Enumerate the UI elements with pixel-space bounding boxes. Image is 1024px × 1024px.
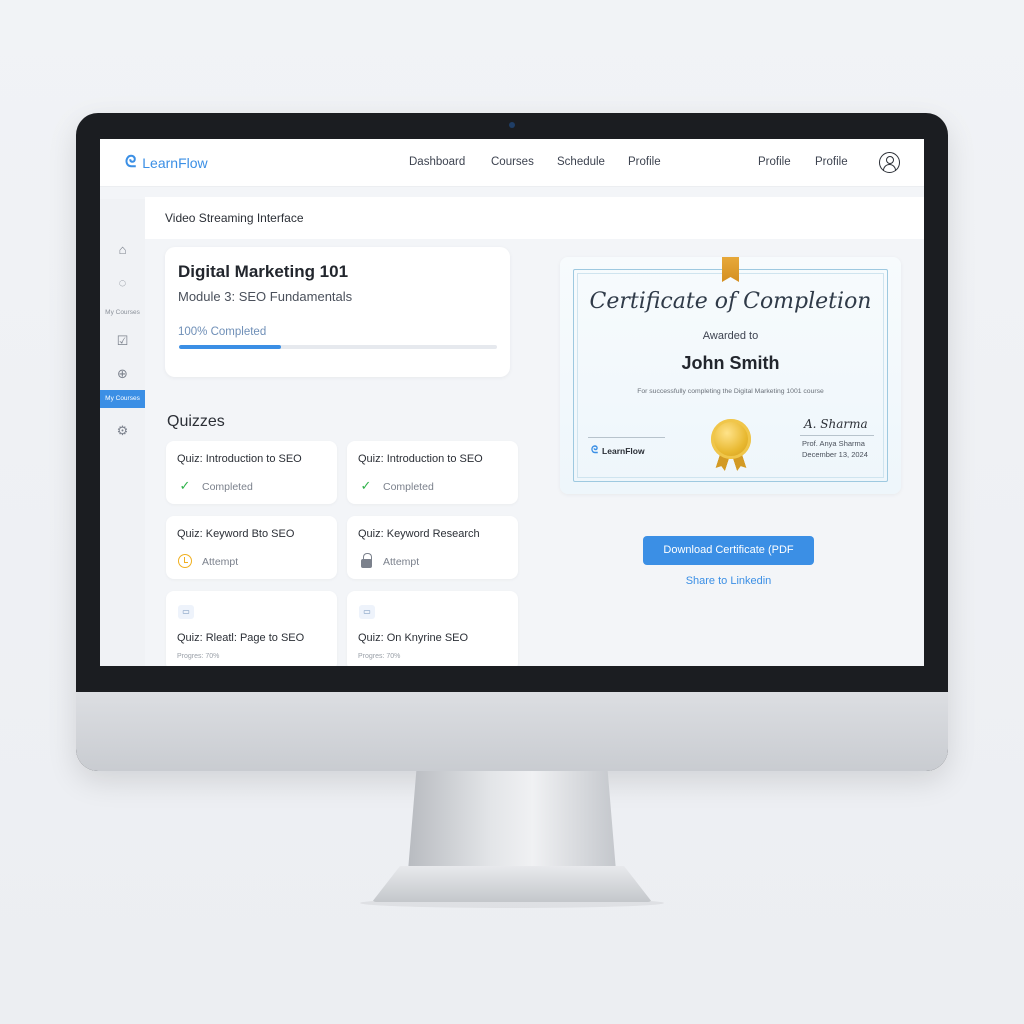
quiz-attempt-link[interactable]: Attempt [383,556,419,568]
screen: ᘓ LearnFlow Dashboard Courses Schedule P… [100,139,924,666]
page-title: Video Streaming Interface [165,211,304,225]
quiz-card[interactable]: Quiz: Introduction to SEO ✓ Completed [347,441,518,504]
quiz-progress: Progres: 70% [358,653,401,660]
nav-profile-right-2[interactable]: Profile [815,156,848,168]
quiz-card[interactable]: ▭ Quiz: Rleatl: Page to SEO Progres: 70% [166,591,337,666]
quiz-title: Quiz: Keyword Research [358,528,480,540]
share-linkedin-link[interactable]: Share to Linkedin [643,575,814,587]
check-icon: ✓ [360,478,372,493]
chat-icon[interactable]: ◌ [115,275,130,290]
sidebar-item-my-courses-active[interactable]: My Courses [100,390,145,408]
user-avatar-icon[interactable] [879,152,900,173]
quizzes-heading: Quizzes [167,413,225,430]
monitor-chin [76,692,948,771]
nav-profile[interactable]: Profile [628,156,661,168]
certificate-title: Certificate of Completion [589,289,872,314]
doc-icon: ▭ [359,605,375,619]
plus-circle-icon[interactable]: ⊕ [115,366,130,381]
doc-icon: ▭ [178,605,194,619]
gear-icon[interactable]: ⚙ [115,423,130,438]
quiz-title: Quiz: Keyword Bto SEO [177,528,295,540]
quiz-attempt-link[interactable]: Attempt [202,556,238,568]
course-card: Digital Marketing 101 Module 3: SEO Fund… [165,247,510,377]
calendar-check-icon[interactable]: ☑ [115,333,130,348]
course-module: Module 3: SEO Fundamentals [178,289,353,304]
course-progress-fill [179,345,281,349]
logo-icon: ᘓ [591,445,599,456]
certificate-logo: ᘓ LearnFlow [591,445,645,456]
logo-icon: ᘓ [125,154,137,171]
monitor-stand-base [372,866,652,902]
divider [588,437,665,438]
quiz-status: Completed [383,481,434,493]
quiz-title: Quiz: Rleatl: Page to SEO [177,632,305,644]
sidebar-label-my-courses[interactable]: My Courses [100,309,145,316]
certificate-awarded-to: Awarded to [702,330,759,342]
download-certificate-button[interactable]: Download Certificate (PDF [643,536,814,565]
home-icon[interactable]: ⌂ [115,242,130,257]
course-progress-text: 100% Completed [178,326,267,338]
certificate-description: For successfully completing the Digital … [637,388,824,395]
clock-icon [178,554,192,568]
course-title: Digital Marketing 101 [178,262,349,281]
quiz-card[interactable]: ▭ Quiz: On Knyrine SEO Progres: 70% [347,591,518,666]
quiz-title: Quiz: Introduction to SEO [358,453,483,465]
check-icon: ✓ [179,478,191,493]
nav-dashboard[interactable]: Dashboard [409,156,465,168]
certificate-signer: Prof. Anya Sharma [802,439,865,448]
nav-profile-right-1[interactable]: Profile [758,156,791,168]
camera-dot [509,122,515,128]
quiz-title: Quiz: Introduction to SEO [177,453,302,465]
quiz-card[interactable]: Quiz: Introduction to SEO ✓ Completed [166,441,337,504]
app-logo[interactable]: ᘓ LearnFlow [125,154,208,172]
monitor-stand-neck [408,771,616,871]
page-header: Video Streaming Interface [145,197,924,239]
quiz-title: Quiz: On Knyrine SEO [358,632,469,644]
top-navbar: ᘓ LearnFlow Dashboard Courses Schedule P… [100,139,924,187]
course-progress-bar [179,345,497,349]
quiz-status: Completed [202,481,253,493]
lock-icon [361,553,372,568]
logo-text: LearnFlow [142,155,208,171]
certificate-brand: LearnFlow [602,445,645,456]
signature-line [800,435,874,436]
certificate-date: December 13, 2024 [802,450,868,459]
sidebar: ⌂ ◌ My Courses ☑ ⊕ My Courses ⚙ [100,199,145,666]
quiz-card[interactable]: Quiz: Keyword Bto SEO Attempt [166,516,337,579]
quiz-card[interactable]: Quiz: Keyword Research Attempt [347,516,518,579]
nav-courses[interactable]: Courses [491,156,534,168]
nav-schedule[interactable]: Schedule [557,156,605,168]
certificate-card: Certificate of Completion Awarded to Joh… [560,257,901,494]
certificate-recipient: John Smith [681,353,780,373]
gold-seal-icon [711,419,751,459]
quiz-progress: Progres: 70% [177,653,220,660]
signature: A. Sharma [804,417,868,431]
